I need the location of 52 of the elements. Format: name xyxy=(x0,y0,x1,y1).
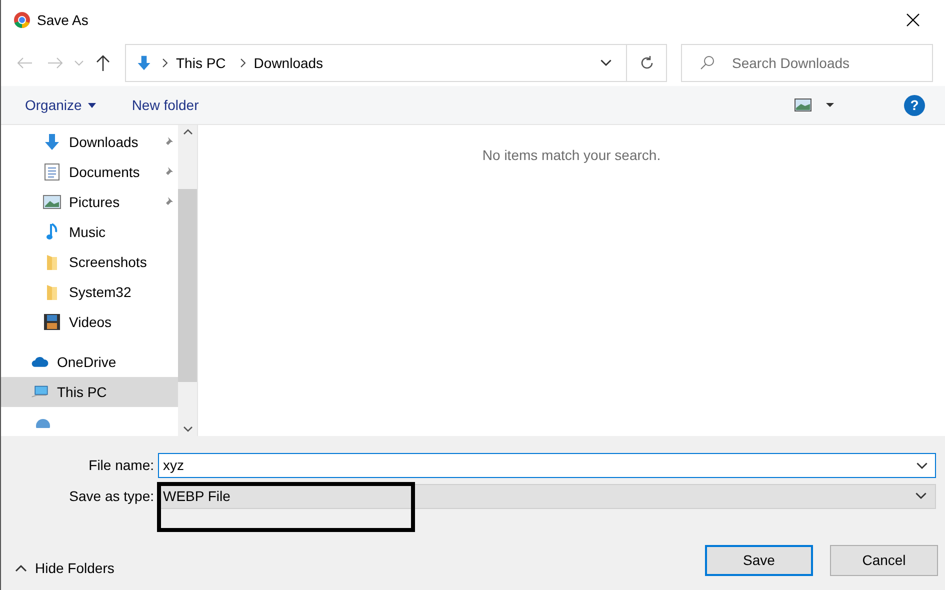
browser-logo-icon xyxy=(13,11,31,29)
sidebar-item[interactable]: OneDrive xyxy=(1,347,178,377)
search-icon xyxy=(699,55,715,71)
refresh-icon xyxy=(638,55,654,71)
picture-icon xyxy=(43,195,61,209)
hide-folders-button[interactable]: Hide Folders xyxy=(15,560,114,576)
chevron-down-icon xyxy=(600,59,612,67)
scrollbar[interactable] xyxy=(178,125,198,436)
window-title: Save As xyxy=(37,12,90,28)
computer-icon xyxy=(31,384,49,400)
chevron-down-icon xyxy=(915,492,927,500)
chevron-up-icon xyxy=(15,564,27,572)
chevron-down-icon xyxy=(74,60,84,66)
down-arrow-icon xyxy=(136,54,152,72)
empty-message: No items match your search. xyxy=(482,147,661,165)
help-button[interactable]: ? xyxy=(904,94,925,116)
folder-icon xyxy=(46,283,58,301)
close-icon xyxy=(906,13,920,27)
breadcrumb-segment[interactable]: This PC xyxy=(172,55,230,71)
organize-menu[interactable]: Organize xyxy=(25,97,96,113)
film-strip-icon xyxy=(43,313,61,331)
dialog-button[interactable]: Cancel xyxy=(830,544,938,576)
document-icon xyxy=(44,163,60,181)
arrow-left-icon xyxy=(17,57,33,69)
search-field[interactable]: Search Downloads xyxy=(681,44,933,82)
sidebar-item[interactable]: This PC xyxy=(1,377,178,407)
save-as-type-label: Save as type: xyxy=(68,488,155,504)
arrow-up-icon xyxy=(96,54,110,72)
file-name-field[interactable]: xyz xyxy=(158,452,936,478)
sidebar-item[interactable]: Documents xyxy=(1,157,178,187)
chevron-right-icon xyxy=(160,58,170,68)
address-bar[interactable]: This PC Downloads xyxy=(125,44,667,82)
sidebar-item[interactable]: Downloads xyxy=(1,127,178,157)
arrow-right-icon xyxy=(47,57,63,69)
caret-down-icon xyxy=(88,102,96,108)
file-name-label: File name: xyxy=(88,457,155,473)
chevron-right-icon xyxy=(238,58,248,68)
sidebar-item[interactable]: Pictures xyxy=(1,187,178,217)
new-folder-button[interactable]: New folder xyxy=(132,97,199,113)
dialog-button[interactable]: Save xyxy=(705,544,813,576)
sidebar-item[interactable]: Videos xyxy=(1,307,178,337)
sidebar-item[interactable]: Music xyxy=(1,217,178,247)
down-arrow-icon xyxy=(43,133,61,151)
scrollbar-thumb[interactable] xyxy=(178,189,197,382)
chevron-down-icon xyxy=(916,462,928,469)
music-note-icon xyxy=(46,223,58,241)
file-type-dropdown[interactable]: WEBP File xyxy=(158,484,936,508)
cloud-icon xyxy=(31,355,49,369)
sidebar-item[interactable]: Screenshots xyxy=(1,247,178,277)
breadcrumb-segment[interactable]: Downloads xyxy=(250,55,328,71)
folder-icon xyxy=(46,253,58,271)
sidebar-item[interactable]: System32 xyxy=(1,277,178,307)
